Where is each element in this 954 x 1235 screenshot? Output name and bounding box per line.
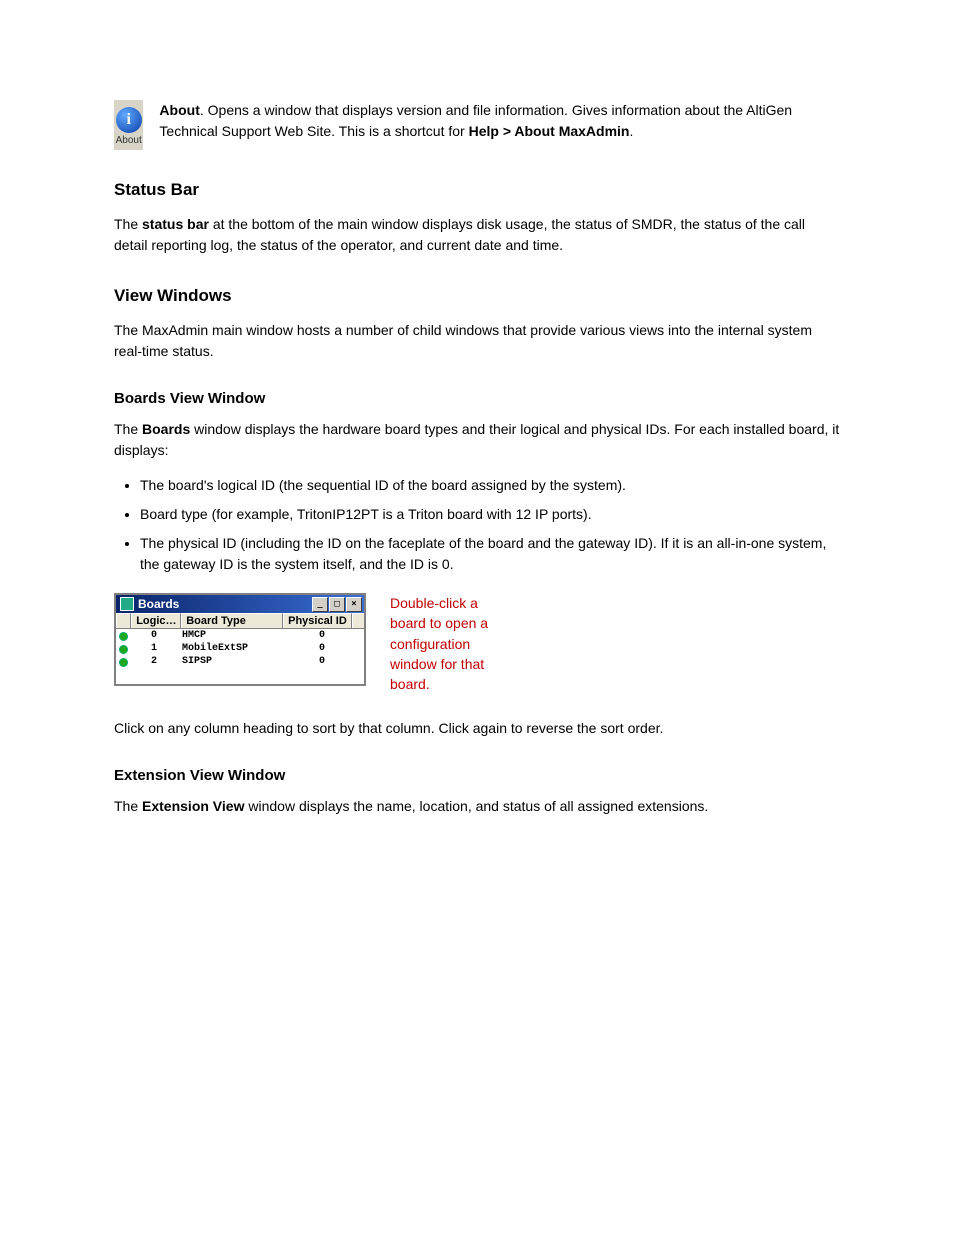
about-lead-label: About [159, 102, 199, 118]
ext-prefix: The [114, 798, 142, 814]
about-menu-path: Help > About MaxAdmin [469, 123, 630, 139]
cell-phys: 0 [286, 655, 358, 668]
cell-type: HMCP [178, 629, 286, 642]
column-header-logic[interactable]: Logic… [131, 613, 181, 628]
boards-window: Boards _ □ × Logic… Board Type Physical … [114, 593, 366, 686]
cell-type: SIPSP [178, 655, 286, 668]
boards-p1-prefix: The [114, 421, 142, 437]
about-icon-label: About [116, 135, 142, 146]
status-bar-paragraph: The status bar at the bottom of the main… [114, 214, 840, 256]
table-row[interactable]: 0 HMCP 0 [116, 629, 364, 642]
ext-bold: Extension View [142, 798, 244, 814]
boards-intro-paragraph: The Boards window displays the hardware … [114, 419, 840, 461]
ext-suffix: window displays the name, location, and … [244, 798, 708, 814]
column-header-board-type[interactable]: Board Type [181, 613, 283, 628]
status-dot-icon [119, 645, 128, 654]
cell-phys: 0 [286, 629, 358, 642]
list-item: Board type (for example, TritonIP12PT is… [140, 504, 840, 525]
about-description: About. Opens a window that displays vers… [159, 100, 840, 142]
status-dot-icon [119, 658, 128, 667]
cell-logic: 1 [130, 642, 178, 655]
status-bar-prefix: The [114, 216, 142, 232]
boards-table-body: 0 HMCP 0 1 MobileExtSP 0 2 SIPSP 0 [116, 629, 364, 684]
boards-p1-bold: Boards [142, 421, 190, 437]
minimize-button[interactable]: _ [312, 597, 328, 612]
info-icon: i [116, 107, 142, 133]
about-period: . [630, 123, 634, 139]
cell-logic: 0 [130, 629, 178, 642]
status-bar-heading: Status Bar [114, 180, 840, 200]
window-app-icon [120, 597, 134, 611]
column-header-spacer [352, 613, 364, 628]
boards-bullet-list: The board's logical ID (the sequential I… [114, 475, 840, 575]
maximize-button[interactable]: □ [329, 597, 345, 612]
status-bar-suffix: at the bottom of the main window display… [114, 216, 805, 253]
extension-view-paragraph: The Extension View window displays the n… [114, 796, 840, 817]
cell-type: MobileExtSP [178, 642, 286, 655]
list-item: The board's logical ID (the sequential I… [140, 475, 840, 496]
table-row[interactable]: 1 MobileExtSP 0 [116, 642, 364, 655]
view-windows-paragraph: The MaxAdmin main window hosts a number … [114, 320, 840, 362]
view-windows-heading: View Windows [114, 286, 840, 306]
boards-table-header: Logic… Board Type Physical ID [116, 613, 364, 629]
boards-figure-row: Boards _ □ × Logic… Board Type Physical … [114, 593, 840, 694]
cell-phys: 0 [286, 642, 358, 655]
about-row: i About About. Opens a window that displ… [114, 100, 840, 150]
table-row[interactable]: 2 SIPSP 0 [116, 655, 364, 668]
boards-p1-suffix: window displays the hardware board types… [114, 421, 839, 458]
status-dot-icon [119, 632, 128, 641]
close-button[interactable]: × [346, 597, 362, 612]
list-item: The physical ID (including the ID on the… [140, 533, 840, 575]
cell-logic: 2 [130, 655, 178, 668]
column-header-status[interactable] [116, 613, 131, 628]
boards-sort-note: Click on any column heading to sort by t… [114, 718, 840, 739]
boards-callout: Double-click a board to open a configura… [390, 593, 510, 694]
extension-view-heading: Extension View Window [114, 767, 840, 784]
boards-window-title: Boards [138, 597, 179, 611]
about-toolbar-button[interactable]: i About [114, 100, 143, 150]
boards-view-heading: Boards View Window [114, 390, 840, 407]
info-icon-letter: i [126, 111, 130, 129]
boards-titlebar[interactable]: Boards _ □ × [116, 595, 364, 613]
column-header-physical-id[interactable]: Physical ID [283, 613, 352, 628]
status-bar-bold: status bar [142, 216, 209, 232]
